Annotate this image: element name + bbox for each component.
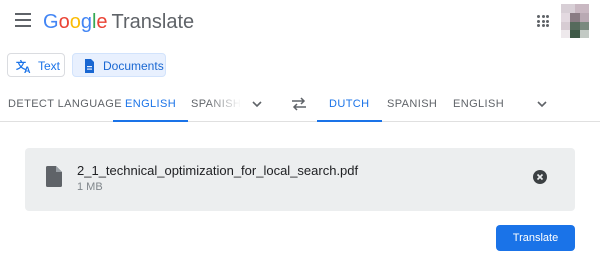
target-more-languages-chevron-down-icon[interactable] (536, 98, 548, 110)
file-icon (46, 166, 62, 187)
svg-text:A: A (24, 65, 31, 74)
language-bar: DETECT LANGUAGE ENGLISH SPANISH DUTCH SP… (0, 88, 600, 122)
logo-letter: G (43, 11, 59, 33)
main-menu-button[interactable] (15, 13, 31, 27)
account-avatar[interactable] (561, 4, 589, 38)
swap-languages-icon[interactable] (291, 97, 307, 111)
uploaded-file-card: 2_1_technical_optimization_for_local_sea… (25, 148, 575, 211)
logo-letter: e (96, 11, 108, 33)
google-translate-logo[interactable]: Google Translate (43, 10, 194, 34)
file-name: 2_1_technical_optimization_for_local_sea… (77, 163, 359, 178)
tab-fade (207, 88, 241, 120)
hamburger-menu-icon (15, 13, 31, 15)
top-bar: Google Translate (0, 0, 600, 44)
source-lang-detect[interactable]: DETECT LANGUAGE (8, 88, 122, 121)
translate-button[interactable]: Translate (496, 225, 575, 251)
text-mode-label: Text (38, 59, 61, 73)
target-lang-dutch[interactable]: DUTCH (317, 88, 381, 122)
logo-letter: o (69, 11, 81, 33)
translate-icon: 文 A (16, 59, 31, 74)
remove-file-button[interactable] (533, 170, 547, 184)
apps-grid-button[interactable] (537, 15, 549, 27)
product-name: Translate (111, 11, 195, 33)
document-icon (85, 59, 94, 73)
logo-letter: g (80, 11, 92, 33)
apps-grid-icon (537, 15, 540, 18)
text-mode-button[interactable]: 文 A Text (7, 53, 65, 77)
source-more-languages-chevron-down-icon[interactable] (251, 98, 263, 110)
file-size: 1 MB (77, 181, 103, 193)
documents-mode-label: Documents (103, 59, 164, 73)
source-lang-english[interactable]: ENGLISH (112, 88, 189, 122)
target-lang-english[interactable]: ENGLISH (453, 88, 504, 121)
close-icon (536, 173, 544, 181)
documents-mode-button[interactable]: Documents (72, 53, 166, 77)
target-lang-spanish[interactable]: SPANISH (387, 88, 437, 121)
logo-letter: o (58, 11, 70, 33)
